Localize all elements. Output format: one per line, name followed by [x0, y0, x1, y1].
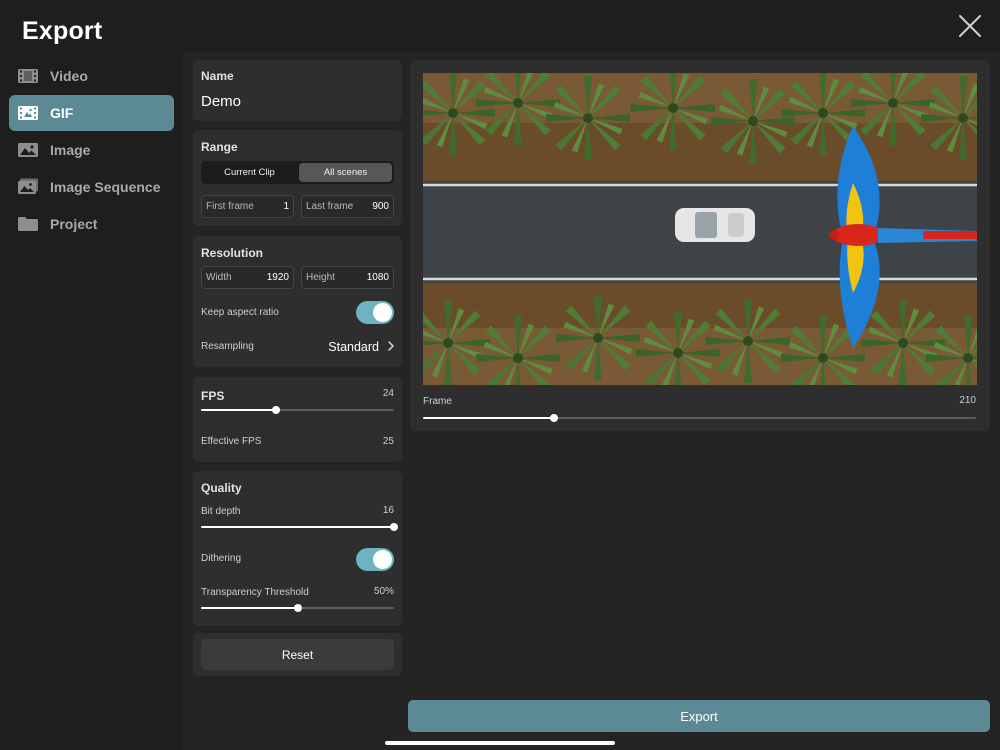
- bit-depth-label: Bit depth: [201, 506, 241, 517]
- dithering-toggle[interactable]: [356, 548, 394, 571]
- dithering-label: Dithering: [201, 553, 242, 564]
- sidebar-item-label: Video: [50, 68, 88, 84]
- bit-depth-slider[interactable]: [201, 521, 398, 533]
- first-frame-field[interactable]: First frame 1: [201, 195, 294, 218]
- keep-aspect-label: Keep aspect ratio: [201, 307, 279, 318]
- export-button[interactable]: Export: [408, 700, 990, 732]
- bit-depth-value: 16: [382, 505, 394, 516]
- slider-thumb[interactable]: [550, 414, 559, 422]
- image-icon: [17, 141, 39, 159]
- effective-fps-value: 25: [382, 436, 394, 447]
- preview-panel: Frame 210: [410, 60, 990, 431]
- close-icon[interactable]: [958, 14, 982, 38]
- transparency-slider[interactable]: [201, 602, 394, 614]
- range-segmented-control: Current Clip All scenes: [201, 161, 394, 184]
- last-frame-value: 900: [372, 201, 389, 212]
- toggle-knob: [373, 303, 392, 322]
- reset-button[interactable]: Reset: [201, 639, 394, 670]
- frame-label: Frame: [423, 396, 452, 407]
- first-frame-value: 1: [283, 201, 289, 212]
- height-field[interactable]: Height 1080: [301, 266, 394, 289]
- resampling-label: Resampling: [201, 341, 254, 352]
- last-frame-field[interactable]: Last frame 900: [301, 195, 394, 218]
- fps-card-title: FPS: [201, 389, 225, 403]
- image-sequence-icon: [17, 178, 39, 196]
- reset-card: Reset: [193, 633, 402, 676]
- width-value: 1920: [266, 272, 289, 283]
- name-field[interactable]: Demo: [201, 93, 241, 110]
- slider-fill: [201, 607, 298, 609]
- last-frame-label: Last frame: [306, 201, 354, 212]
- height-value: 1080: [366, 272, 389, 283]
- fps-slider[interactable]: [201, 404, 394, 416]
- resampling-selector[interactable]: Standard: [328, 338, 394, 356]
- frame-value: 210: [959, 395, 976, 406]
- slider-thumb[interactable]: [272, 406, 281, 414]
- segment-all-scenes[interactable]: All scenes: [299, 163, 392, 182]
- slider-thumb[interactable]: [390, 523, 398, 531]
- sidebar-item-video[interactable]: Video: [9, 58, 174, 94]
- preview-image: [423, 73, 977, 385]
- sidebar-item-project[interactable]: Project: [9, 206, 174, 242]
- fps-value: 24: [382, 388, 394, 399]
- quality-card-title: Quality: [201, 481, 242, 495]
- transparency-label: Transparency Threshold: [201, 587, 309, 598]
- range-card: Range Current Clip All scenes First fram…: [193, 130, 402, 226]
- sidebar-item-image-sequence[interactable]: Image Sequence: [9, 169, 174, 205]
- sidebar-item-label: Project: [50, 216, 98, 232]
- home-indicator: [385, 741, 615, 745]
- resolution-card-title: Resolution: [201, 246, 263, 260]
- slider-thumb[interactable]: [293, 604, 302, 612]
- width-label: Width: [206, 272, 232, 283]
- page-title: Export: [22, 17, 103, 45]
- height-label: Height: [306, 272, 335, 283]
- sidebar-item-label: Image: [50, 142, 91, 158]
- folder-icon: [17, 215, 39, 233]
- sidebar-item-label: Image Sequence: [50, 179, 161, 195]
- resampling-value: Standard: [328, 340, 379, 354]
- fps-card: FPS 24 Effective FPS 25: [193, 377, 402, 462]
- transparency-value: 50%: [373, 586, 394, 597]
- slider-fill: [423, 417, 555, 419]
- sidebar-item-label: GIF: [50, 105, 74, 121]
- effective-fps-label: Effective FPS: [201, 436, 262, 447]
- first-frame-label: First frame: [206, 201, 254, 212]
- name-card: Name Demo: [193, 60, 402, 121]
- chevron-right-icon: [388, 338, 394, 356]
- slider-fill: [201, 526, 394, 528]
- film-icon: [17, 67, 39, 85]
- segment-current-clip[interactable]: Current Clip: [203, 163, 296, 182]
- slider-fill: [201, 409, 277, 411]
- sidebar-item-image[interactable]: Image: [9, 132, 174, 168]
- width-field[interactable]: Width 1920: [201, 266, 294, 289]
- range-card-title: Range: [201, 140, 238, 154]
- sidebar-item-gif[interactable]: GIF: [9, 95, 174, 131]
- gif-image-icon: [17, 104, 39, 122]
- name-card-title: Name: [201, 69, 234, 83]
- frame-slider[interactable]: [423, 412, 976, 424]
- toggle-knob: [373, 550, 392, 569]
- keep-aspect-toggle[interactable]: [356, 301, 394, 324]
